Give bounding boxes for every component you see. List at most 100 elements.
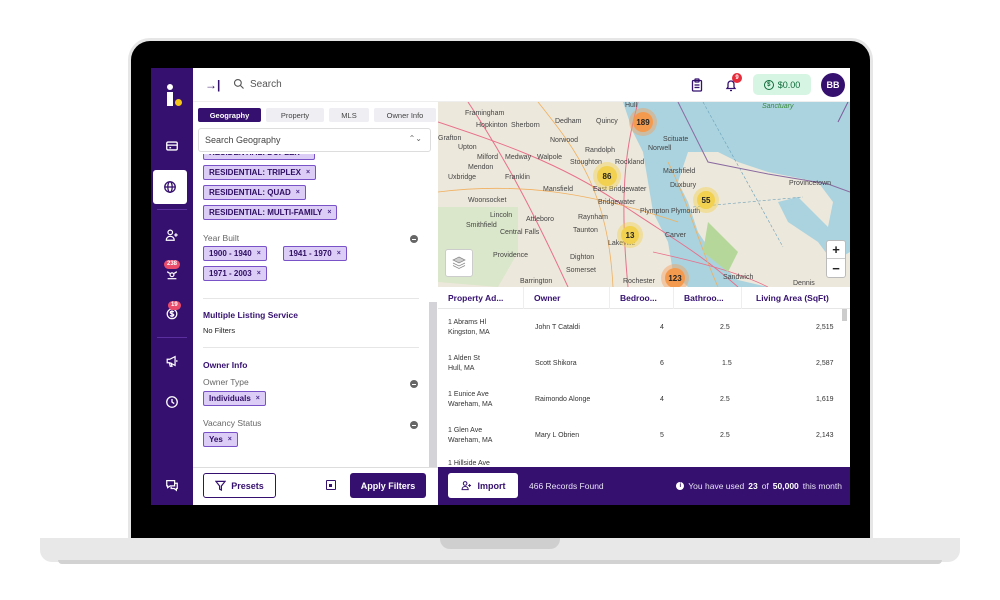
- filter-chip[interactable]: 1941 - 1970 ×: [283, 246, 347, 261]
- tab-owner-info[interactable]: Owner Info: [374, 108, 436, 122]
- table-row[interactable]: 1 Abrams Hl Kingston, MA John T Cataldi …: [438, 310, 842, 346]
- map-label: Taunton: [573, 227, 598, 234]
- cell-bedrooms: 4: [660, 324, 664, 331]
- map-cluster-marker[interactable]: 189: [633, 112, 653, 132]
- logo-dot: [167, 84, 173, 90]
- table-row[interactable]: 1 Eunice Ave Wareham, MA Raimondo Alonge…: [438, 382, 842, 418]
- map-view[interactable]: Framingham Hopkinton Sherborn Dedham Qui…: [438, 102, 850, 287]
- cell-street: 1 Eunice Ave: [448, 391, 489, 398]
- map-label: Framingham: [465, 110, 505, 117]
- remove-chip-icon[interactable]: ×: [257, 270, 261, 277]
- remove-chip-icon[interactable]: ×: [296, 189, 300, 196]
- owner-type-label: Owner Type: [203, 377, 249, 387]
- map-label: Smithfield: [466, 222, 497, 229]
- globe-icon: [164, 181, 176, 193]
- map-cluster-marker[interactable]: 55: [697, 191, 715, 209]
- filter-panel-scrollbar[interactable]: [429, 302, 437, 467]
- import-button[interactable]: Import: [448, 473, 518, 498]
- map-label: Hopkinton: [476, 122, 508, 129]
- table-header: Property Ad... Owner Bedroo... Bathroo..…: [438, 287, 850, 309]
- map-cluster-marker[interactable]: 123: [665, 268, 685, 287]
- credit-card-icon: [166, 141, 178, 151]
- filter-chip[interactable]: Individuals ×: [203, 391, 266, 406]
- rail-item-history[interactable]: [151, 385, 193, 419]
- balance-button[interactable]: $ $0.00: [753, 74, 811, 95]
- global-search-input[interactable]: Search: [250, 79, 282, 90]
- cell-living-area: 1,619: [816, 396, 834, 403]
- map-label: Uxbridge: [448, 174, 477, 181]
- logo-bar: [167, 92, 173, 106]
- map-label: Plympton: [640, 208, 670, 215]
- filter-chip[interactable]: RESIDENTIAL: TRIPLEX ×: [203, 165, 317, 180]
- cell-street: 1 Alden St: [448, 355, 480, 362]
- column-header-bathrooms[interactable]: Bathroo...: [674, 287, 742, 309]
- remove-filter-icon[interactable]: [410, 380, 418, 388]
- map-label: Central Falls: [500, 229, 540, 236]
- filter-chip[interactable]: Yes ×: [203, 432, 238, 447]
- table-row[interactable]: 1 Glen Ave Wareham, MA Mary L Obrien 5 2…: [438, 418, 842, 454]
- map-cluster-marker[interactable]: 13: [621, 226, 639, 244]
- rail-item-add-contact[interactable]: [151, 218, 193, 252]
- tab-geography[interactable]: Geography: [198, 108, 261, 122]
- column-header-bedrooms[interactable]: Bedroo...: [610, 287, 674, 309]
- user-avatar[interactable]: BB: [821, 73, 845, 97]
- results-table: Property Ad... Owner Bedroo... Bathroo..…: [438, 287, 850, 467]
- map-label: Rockland: [615, 159, 645, 166]
- remove-chip-icon[interactable]: ×: [306, 169, 310, 176]
- remove-chip-icon[interactable]: ×: [327, 209, 331, 216]
- cell-bedrooms: 4: [660, 396, 664, 403]
- zoom-out-button[interactable]: −: [827, 259, 845, 277]
- apply-filters-button[interactable]: Apply Filters: [350, 473, 426, 498]
- remove-chip-icon[interactable]: ×: [337, 250, 341, 257]
- presets-button[interactable]: Presets: [203, 473, 276, 498]
- table-scrollbar[interactable]: [842, 309, 847, 321]
- column-header-living-area[interactable]: Living Area (SqFt): [742, 287, 850, 309]
- rail-item-billing[interactable]: [151, 129, 193, 163]
- map-label: Medway: [505, 154, 532, 161]
- save-preset-icon[interactable]: [326, 480, 336, 490]
- chip-label: Individuals: [209, 394, 251, 403]
- remove-chip-icon[interactable]: ×: [256, 395, 260, 402]
- column-header-address[interactable]: Property Ad...: [438, 287, 524, 309]
- cell-city: Kingston, MA: [448, 329, 490, 336]
- tab-mls[interactable]: MLS: [329, 108, 369, 122]
- rail-item-search-map[interactable]: [153, 170, 187, 204]
- chip-label: 1971 - 2003: [209, 269, 252, 278]
- remove-chip-icon[interactable]: ×: [305, 154, 309, 156]
- cell-bathrooms: 2.5: [720, 324, 730, 331]
- chip-label: RESIDENTIAL: DUPLEX: [209, 154, 300, 157]
- geography-search-select[interactable]: Search Geography ⌃⌄: [198, 128, 431, 152]
- map-label: Provincetown: [789, 180, 832, 187]
- laptop-notch: [440, 538, 560, 549]
- remove-chip-icon[interactable]: ×: [257, 250, 261, 257]
- map-label: Sanctuary: [762, 103, 794, 110]
- remove-filter-icon[interactable]: [410, 421, 418, 429]
- clipboard-icon[interactable]: [691, 78, 703, 92]
- table-row[interactable]: 1 Alden St Hull, MA Scott Shikora 6 1.5 …: [438, 346, 842, 382]
- table-row[interactable]: 1 Hillside Ave: [438, 454, 842, 467]
- collapse-panel-icon[interactable]: →|: [205, 78, 220, 92]
- zoom-in-button[interactable]: +: [827, 241, 845, 259]
- filter-panel-footer: Presets Apply Filters: [193, 467, 438, 505]
- map-label: Milford: [477, 154, 499, 161]
- map-layers-button[interactable]: [445, 249, 473, 277]
- cell-living-area: 2,515: [816, 324, 834, 331]
- cell-city: Wareham, MA: [448, 401, 493, 408]
- column-header-owner[interactable]: Owner: [524, 287, 610, 309]
- remove-filter-icon[interactable]: [410, 235, 418, 243]
- map-label: Dighton: [570, 254, 595, 261]
- remove-chip-icon[interactable]: ×: [228, 436, 232, 443]
- tab-property[interactable]: Property: [266, 108, 324, 122]
- rail-item-chat[interactable]: [151, 468, 193, 502]
- app-logo[interactable]: [164, 84, 184, 108]
- filter-chip[interactable]: 1900 - 1940 ×: [203, 246, 267, 261]
- vacancy-status-label: Vacancy Status: [203, 418, 262, 428]
- cell-bedrooms: 6: [660, 360, 664, 367]
- rail-item-marketing[interactable]: [151, 344, 193, 378]
- filter-chip[interactable]: RESIDENTIAL: DUPLEX ×: [203, 154, 315, 160]
- filter-chip[interactable]: 1971 - 2003 ×: [203, 266, 267, 281]
- filter-chip[interactable]: RESIDENTIAL: MULTI-FAMILY ×: [203, 205, 338, 220]
- map-cluster-marker[interactable]: 86: [597, 166, 617, 186]
- map-label: Mendon: [468, 164, 494, 171]
- filter-chip[interactable]: RESIDENTIAL: QUAD ×: [203, 185, 306, 200]
